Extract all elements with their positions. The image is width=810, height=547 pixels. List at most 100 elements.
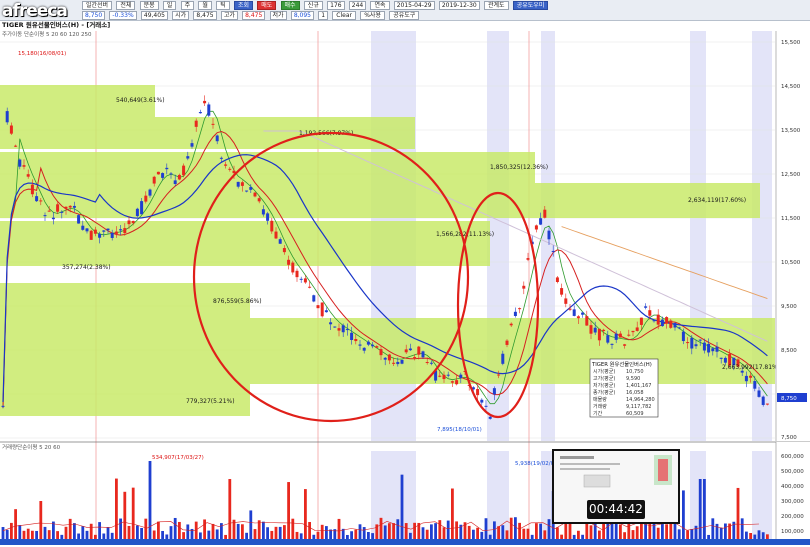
period-select[interactable]: 연속 (370, 1, 390, 10)
candle-body (627, 334, 631, 336)
volume-bar (434, 523, 437, 539)
candle-body (110, 232, 114, 238)
zone-label: 2,634,119(17.60%) (688, 197, 746, 204)
candle-body (85, 228, 89, 232)
info-value: 9,117,782 (626, 404, 651, 410)
candle-body (429, 362, 433, 364)
date-to-input[interactable]: 2019-12-30 (438, 1, 480, 10)
price-tick: 9,500 (781, 304, 797, 310)
sell-button[interactable]: 매도 (257, 1, 277, 10)
candle-body (320, 302, 324, 317)
volume-bar (31, 530, 34, 539)
interval-select[interactable]: 일간선버 (82, 1, 113, 10)
buy-button[interactable]: 매수 (280, 1, 300, 10)
volume-bar (10, 522, 13, 539)
tab-minute[interactable]: 분봉 (139, 1, 159, 10)
candle-body (299, 278, 303, 280)
volume-bar (493, 521, 496, 539)
info-value: 14,964,280 (626, 397, 655, 403)
info-box: TIGER 원유선물인버스(H) 시가(평균) 10,750 고가(평균) 9,… (589, 358, 659, 418)
volume-bar (438, 520, 442, 539)
zone-4 (0, 183, 760, 218)
candle-body (492, 388, 496, 395)
change-rate: -0.33% (109, 11, 137, 20)
tab-tick[interactable]: 틱 (216, 1, 230, 10)
zone-7 (0, 318, 775, 384)
candle-body (694, 344, 698, 347)
candle-body (543, 209, 547, 218)
clear-button[interactable]: Clear (332, 11, 356, 20)
volume-bar (106, 527, 110, 539)
candle-body (644, 306, 648, 308)
candle-body (677, 327, 681, 329)
volume-bar (539, 523, 542, 539)
tab-day[interactable]: 일 (162, 1, 177, 10)
candle-body (270, 220, 274, 232)
count-field[interactable]: 1 (318, 11, 329, 20)
field-a[interactable]: 176 (327, 1, 345, 10)
volume-legend: 거래량단순이평 5 20 60 (2, 443, 61, 451)
candle-body (652, 320, 656, 322)
candle-body (278, 239, 282, 244)
volume-bar (304, 489, 307, 539)
volume-bar (295, 531, 299, 539)
volume-bar (215, 529, 219, 539)
volume-bar (287, 482, 290, 539)
candle-body (761, 396, 765, 405)
candle-body (282, 248, 286, 253)
candle-body (354, 339, 358, 342)
date-from-input[interactable]: 2015-04-29 (393, 1, 435, 10)
inquire-button[interactable]: 조회 (233, 1, 253, 10)
candle-body (585, 316, 589, 326)
candle-body (597, 328, 601, 341)
tab-month[interactable]: 월 (198, 1, 212, 10)
volume-bar (144, 518, 148, 539)
volume-bar (35, 530, 38, 539)
candle-body (387, 354, 391, 361)
volume-bar (535, 523, 538, 539)
candle-body (98, 233, 102, 238)
volume-bar (421, 527, 425, 539)
new-order-button[interactable]: 신규 (303, 1, 323, 10)
price-axis: 15,500 14,500 13,500 12,500 11,500 10,50… (775, 31, 810, 441)
field-b[interactable]: 244 (348, 1, 367, 10)
candle-body (744, 375, 748, 382)
volume-bar (404, 523, 408, 539)
candle-body (39, 200, 43, 202)
tab-all[interactable]: 전체 (116, 1, 136, 10)
share-helper-button[interactable]: 공유도우미 (512, 1, 549, 10)
candle-body (715, 346, 719, 352)
volume-bar (497, 526, 500, 539)
video-timestamp: 00:44:42 (587, 500, 645, 519)
bookmark-button[interactable]: 관계도 (483, 1, 509, 10)
info-key: 고가(평균) (593, 375, 615, 382)
volume-bar (711, 518, 715, 539)
volume-bar (740, 518, 744, 539)
candle-body (602, 329, 606, 332)
volume-bar (73, 523, 76, 539)
candle-body (723, 357, 727, 363)
volume-bar (136, 525, 139, 539)
price-chart-svg[interactable]: 540,649(3.61%) 1,192,566(7.97%) 357,274(… (0, 20, 810, 545)
volume-bar (26, 528, 30, 539)
volume-bar (1, 527, 5, 539)
chart-title: TIGER 원유선물인버스(H) - [거래소] (2, 21, 110, 29)
candle-body (190, 143, 194, 147)
volume-bar (161, 530, 164, 539)
tab-week[interactable]: 주 (180, 1, 195, 10)
low-value: 8,095 (290, 11, 314, 20)
volume-bar (98, 522, 101, 539)
candle-body (665, 317, 669, 324)
percent-button[interactable]: %사용 (360, 11, 385, 20)
volume-bar (316, 531, 320, 539)
candle-body (765, 403, 769, 405)
volume-bar (484, 518, 488, 539)
candle-body (488, 416, 492, 419)
volume-bar (274, 526, 278, 539)
tools-button[interactable]: 공유도구 (389, 11, 420, 20)
candle-body (656, 314, 660, 325)
volume-bar (585, 522, 589, 539)
chart-area[interactable]: 540,649(3.61%) 1,192,566(7.97%) 357,274(… (0, 20, 810, 545)
volume-bar (211, 523, 215, 539)
toolbar-row-top: 일간선버 전체 분봉 일 주 월 틱 조회 매도 매수 신규 176 244 연… (82, 1, 550, 10)
